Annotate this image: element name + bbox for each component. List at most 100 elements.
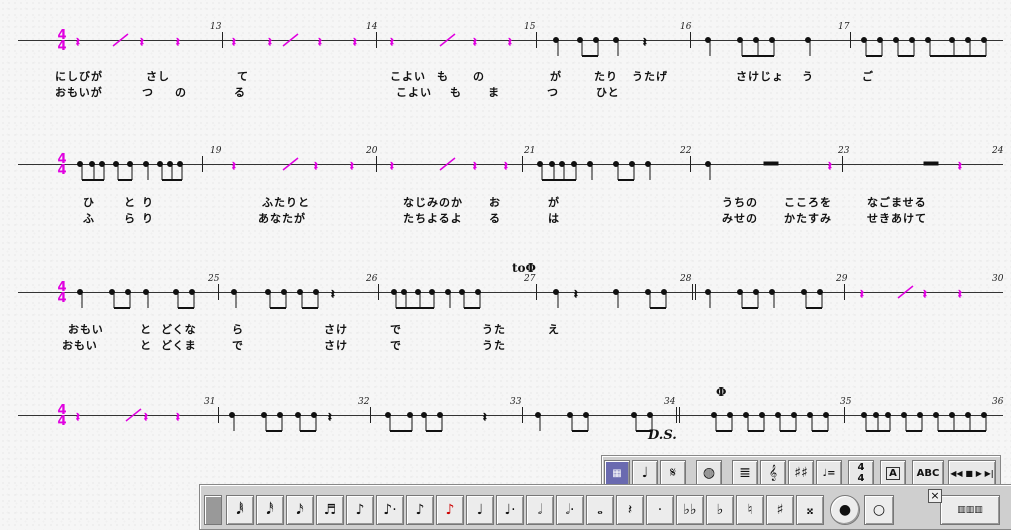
lyric: うちの: [722, 196, 758, 209]
sixteenth-note-button[interactable]: 𝅘𝅥𝅯: [286, 495, 314, 525]
lyric: は: [548, 212, 560, 225]
svg-text:𝄽: 𝄽: [860, 287, 864, 301]
eighth-note-button[interactable]: ♪: [346, 495, 374, 525]
lyric: で: [390, 323, 402, 336]
svg-text:𝄽: 𝄽: [574, 287, 578, 301]
lyric: さけ: [324, 323, 348, 336]
double-flat-button[interactable]: ♭♭: [676, 495, 704, 525]
lyric: で: [390, 339, 402, 352]
svg-text:𝄽: 𝄽: [144, 410, 148, 424]
rest-mark: 𝄽: [268, 35, 272, 49]
lyric: る: [489, 212, 501, 225]
sharp-button[interactable]: ♯: [766, 495, 794, 525]
lyric: て: [237, 70, 249, 83]
staff-system-2[interactable]: 44 19 20 21 22 23 24 𝄽 𝄽 𝄽 𝄽 𝄽 𝄽 𝄽 𝄽: [18, 146, 1003, 194]
svg-text:𝄽: 𝄽: [314, 159, 318, 173]
whole-note-button[interactable]: 𝅝: [586, 495, 614, 525]
dotted-sixteenth-button[interactable]: ♬: [316, 495, 344, 525]
select-tool-button[interactable]: ▦: [604, 460, 630, 486]
quarter-note-button[interactable]: ♩: [466, 495, 494, 525]
lyric: ひ: [83, 196, 95, 209]
svg-text:𝄽: 𝄽: [350, 159, 354, 173]
notes-system-4: 𝄽 𝄽 𝄽 𝄽 𝄽: [76, 408, 987, 432]
rest-mark: 𝄽: [353, 35, 357, 49]
transport-control[interactable]: ◀◀ ■ ▶ ▶|: [948, 460, 996, 486]
selected-eighth-button[interactable]: ♪: [436, 495, 464, 525]
lyric: つ: [142, 86, 154, 99]
dotted-quarter-button[interactable]: ♩·: [496, 495, 524, 525]
lyric: と: [140, 323, 152, 336]
staff-tool-button[interactable]: ≣: [732, 460, 758, 486]
lyric: おもいが: [55, 86, 103, 99]
clef-tool-button[interactable]: 𝄞: [760, 460, 786, 486]
lyric: と: [124, 196, 136, 209]
svg-text:𝄽: 𝄽: [958, 159, 962, 173]
svg-text:𝄽: 𝄽: [473, 159, 477, 173]
double-sharp-button[interactable]: 𝄪: [796, 495, 824, 525]
drum-tool-button[interactable]: ◍: [696, 460, 722, 486]
lyric: みせの: [722, 212, 758, 225]
flat-button[interactable]: ♭: [706, 495, 734, 525]
rest-mark: 𝄽: [76, 35, 80, 49]
note-tool-button[interactable]: ♩: [632, 460, 658, 486]
lyric: つ: [547, 86, 559, 99]
svg-text:𝄽: 𝄽: [331, 287, 335, 301]
lyric: おもい: [68, 323, 104, 336]
dot-button[interactable]: ·: [646, 495, 674, 525]
lyric: こころを: [784, 196, 832, 209]
svg-text:𝄽: 𝄽: [176, 410, 180, 424]
keyboard-icon[interactable]: ▥▥▥: [940, 495, 1000, 525]
close-icon[interactable]: ×: [928, 489, 942, 503]
lyric: さけじょ: [736, 70, 784, 83]
lyric: る: [234, 86, 246, 99]
segno-tool-button[interactable]: 𝄋: [660, 460, 686, 486]
lyric: も: [437, 70, 449, 83]
search-icon[interactable]: ○: [864, 495, 894, 525]
lyric: かたすみ: [784, 212, 832, 225]
score-canvas[interactable]: 44 13 14 15 16 17 𝄽 𝄽 𝄽 𝄽 𝄽 𝄽 𝄽 𝄽 𝄽 𝄽 𝄽 …: [0, 0, 1011, 530]
palette-handle[interactable]: [204, 495, 222, 525]
key-signature-tool-button[interactable]: ♯♯: [788, 460, 814, 486]
slash-mark: [439, 33, 456, 47]
lyric: と: [140, 339, 152, 352]
staff-system-3[interactable]: 44 25 26 27 28 29 30 �: [18, 274, 1003, 322]
lyric: たり: [594, 70, 618, 83]
svg-text:𝄽: 𝄽: [483, 410, 487, 424]
rest-mark: 𝄽: [176, 35, 180, 49]
lyric: うたげ: [632, 70, 668, 83]
svg-text:𝄽: 𝄽: [643, 35, 647, 49]
dotted-half-button[interactable]: 𝅗𝅥·: [556, 495, 584, 525]
staff-system-4[interactable]: 44 31 32 33 34 35 36 𝄽 𝄽 𝄽 𝄽 𝄽: [18, 397, 1003, 445]
rest-button[interactable]: 𝄽: [616, 495, 644, 525]
tempo-tool-button[interactable]: ♩=: [816, 460, 842, 486]
rest-mark: 𝄽: [390, 35, 394, 49]
time-signature-tool-button[interactable]: 44: [848, 460, 874, 486]
record-button[interactable]: ●: [830, 495, 860, 525]
triplet-eighth-button[interactable]: ♪: [406, 495, 434, 525]
lyric: さけ: [324, 339, 348, 352]
lyric: ま: [488, 86, 500, 99]
natural-button[interactable]: ♮: [736, 495, 764, 525]
lyric: たちよるよ: [403, 212, 463, 225]
lyric: ら: [124, 212, 136, 225]
rest-mark: 𝄽: [473, 35, 477, 49]
lyric: こよい: [396, 86, 432, 99]
svg-text:𝄽: 𝄽: [390, 159, 394, 173]
ds-label: D.S.: [648, 428, 677, 443]
rest-mark: 𝄽: [140, 35, 144, 49]
lyric: ふたりと: [262, 196, 310, 209]
lyric: あなたが: [258, 212, 306, 225]
lyric: おもい: [62, 339, 98, 352]
sixtyfourth-note-button[interactable]: 𝅘𝅥𝅱: [226, 495, 254, 525]
lyric: が: [548, 196, 560, 209]
staff-system-1[interactable]: 44 13 14 15 16 17 𝄽 𝄽 𝄽 𝄽 𝄽 𝄽 𝄽 𝄽 𝄽 𝄽 𝄽: [18, 22, 1003, 70]
lyrics-tool-button[interactable]: ABC: [912, 460, 944, 486]
half-note-button[interactable]: 𝅗𝅥: [526, 495, 554, 525]
lyric: で: [232, 339, 244, 352]
note-palette-bottom: 𝅘𝅥𝅱 𝅘𝅥𝅰 𝅘𝅥𝅯 ♬ ♪ ♪· ♪ ♪ ♩ ♩· 𝅗𝅥 𝅗𝅥· 𝅝 𝄽 ·…: [199, 484, 1011, 530]
lyric: お: [489, 196, 501, 209]
dotted-eighth-button[interactable]: ♪·: [376, 495, 404, 525]
text-tool-button[interactable]: A: [880, 460, 906, 486]
thirtysecond-note-button[interactable]: 𝅘𝅥𝅰: [256, 495, 284, 525]
lyric: え: [548, 323, 560, 336]
